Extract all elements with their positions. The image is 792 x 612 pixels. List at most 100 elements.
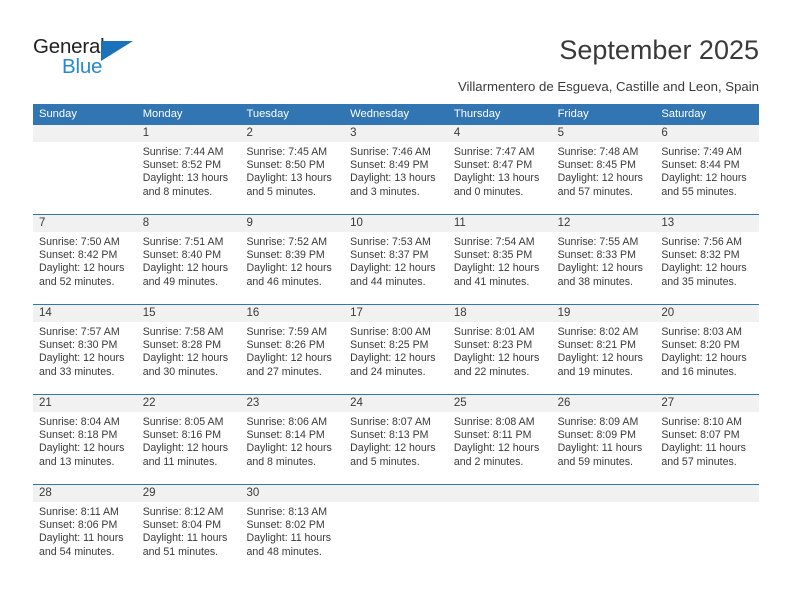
day-number[interactable]: 25: [448, 395, 552, 412]
sunrise-text: Sunrise: 8:11 AM: [39, 506, 119, 518]
day-number[interactable]: 19: [552, 305, 656, 322]
day-cell[interactable]: Sunrise: 7:53 AM Sunset: 8:37 PM Dayligh…: [344, 232, 448, 304]
day-number[interactable]: 15: [137, 305, 241, 322]
day-number[interactable]: 1: [137, 125, 241, 142]
day-cell[interactable]: Sunrise: 7:57 AM Sunset: 8:30 PM Dayligh…: [33, 322, 137, 394]
daylight-text-line1: Daylight: 12 hours: [661, 262, 747, 275]
day-cell[interactable]: Sunrise: 8:09 AM Sunset: 8:09 PM Dayligh…: [552, 412, 656, 484]
triangle-icon: [101, 41, 133, 61]
day-number[interactable]: 10: [344, 215, 448, 232]
day-cell[interactable]: Sunrise: 7:52 AM Sunset: 8:39 PM Dayligh…: [240, 232, 344, 304]
day-cell[interactable]: Sunrise: 8:04 AM Sunset: 8:18 PM Dayligh…: [33, 412, 137, 484]
day-number-band: 7 8 9 10 11 12 13: [33, 215, 759, 232]
page-title: September 2025: [559, 35, 759, 65]
day-number[interactable]: 22: [137, 395, 241, 412]
day-cell[interactable]: Sunrise: 8:03 AM Sunset: 8:20 PM Dayligh…: [655, 322, 759, 394]
day-number[interactable]: 3: [344, 125, 448, 142]
daylight-text-line1: Daylight: 12 hours: [246, 442, 332, 455]
sunrise-text: Sunrise: 8:09 AM: [557, 416, 639, 428]
sunset-text: Sunset: 8:28 PM: [142, 339, 222, 352]
day-cell[interactable]: Sunrise: 8:05 AM Sunset: 8:16 PM Dayligh…: [137, 412, 241, 484]
day-number[interactable]: 27: [655, 395, 759, 412]
day-number[interactable]: 11: [448, 215, 552, 232]
day-cell[interactable]: Sunrise: 8:11 AM Sunset: 8:06 PM Dayligh…: [33, 502, 137, 574]
day-number[interactable]: 12: [552, 215, 656, 232]
day-cell[interactable]: Sunrise: 7:48 AM Sunset: 8:45 PM Dayligh…: [552, 142, 656, 214]
sunrise-text: Sunrise: 8:01 AM: [453, 326, 535, 338]
sunset-text: Sunset: 8:16 PM: [142, 429, 222, 442]
day-cell[interactable]: [448, 502, 552, 574]
daylight-text-line1: Daylight: 12 hours: [453, 352, 540, 365]
day-number[interactable]: [655, 485, 759, 502]
day-cell[interactable]: Sunrise: 7:49 AM Sunset: 8:44 PM Dayligh…: [655, 142, 759, 214]
day-cell[interactable]: Sunrise: 7:45 AM Sunset: 8:50 PM Dayligh…: [240, 142, 344, 214]
day-cell[interactable]: Sunrise: 7:47 AM Sunset: 8:47 PM Dayligh…: [448, 142, 552, 214]
day-number[interactable]: 24: [344, 395, 448, 412]
day-number[interactable]: 17: [344, 305, 448, 322]
day-number[interactable]: 26: [552, 395, 656, 412]
day-cell[interactable]: Sunrise: 8:06 AM Sunset: 8:14 PM Dayligh…: [240, 412, 344, 484]
day-number[interactable]: 7: [33, 215, 137, 232]
day-cell[interactable]: Sunrise: 7:54 AM Sunset: 8:35 PM Dayligh…: [448, 232, 552, 304]
day-cell[interactable]: Sunrise: 8:00 AM Sunset: 8:25 PM Dayligh…: [344, 322, 448, 394]
day-cell[interactable]: Sunrise: 8:08 AM Sunset: 8:11 PM Dayligh…: [448, 412, 552, 484]
day-number[interactable]: 4: [448, 125, 552, 142]
weekday-header-sunday: Sunday: [39, 108, 77, 120]
day-number[interactable]: 9: [240, 215, 344, 232]
sunset-text: Sunset: 8:39 PM: [246, 249, 325, 262]
sunrise-text: Sunrise: 7:56 AM: [661, 236, 742, 248]
day-cell[interactable]: Sunrise: 7:56 AM Sunset: 8:32 PM Dayligh…: [655, 232, 759, 304]
day-number[interactable]: 29: [137, 485, 241, 502]
day-number[interactable]: 6: [655, 125, 759, 142]
sunrise-text: Sunrise: 7:45 AM: [246, 146, 328, 158]
sunset-text: Sunset: 8:11 PM: [453, 429, 532, 442]
day-number[interactable]: 5: [552, 125, 656, 142]
day-number[interactable]: 23: [240, 395, 344, 412]
day-cell[interactable]: Sunrise: 7:44 AM Sunset: 8:52 PM Dayligh…: [137, 142, 241, 214]
day-number[interactable]: 30: [240, 485, 344, 502]
day-number[interactable]: 28: [33, 485, 137, 502]
day-number[interactable]: 21: [33, 395, 137, 412]
day-detail-band: Sunrise: 8:04 AM Sunset: 8:18 PM Dayligh…: [33, 412, 759, 484]
day-cell[interactable]: Sunrise: 7:55 AM Sunset: 8:33 PM Dayligh…: [552, 232, 656, 304]
day-number[interactable]: [448, 485, 552, 502]
day-cell[interactable]: [33, 142, 137, 214]
daylight-text-line2: and 52 minutes.: [39, 275, 115, 288]
daylight-text-line1: Daylight: 11 hours: [142, 532, 228, 545]
day-number[interactable]: [33, 125, 137, 142]
weekday-header-row: Sunday Monday Tuesday Wednesday Thursday…: [33, 104, 759, 125]
daylight-text-line2: and 19 minutes.: [557, 365, 633, 378]
week-row: 7 8 9 10 11 12 13 Sunrise: 7:50 AM Sunse…: [33, 214, 759, 304]
day-cell[interactable]: Sunrise: 8:01 AM Sunset: 8:23 PM Dayligh…: [448, 322, 552, 394]
day-cell[interactable]: Sunrise: 8:07 AM Sunset: 8:13 PM Dayligh…: [344, 412, 448, 484]
day-number[interactable]: 18: [448, 305, 552, 322]
day-cell[interactable]: Sunrise: 7:59 AM Sunset: 8:26 PM Dayligh…: [240, 322, 344, 394]
day-number[interactable]: 14: [33, 305, 137, 322]
daylight-text-line2: and 54 minutes.: [39, 545, 115, 558]
sunset-text: Sunset: 8:49 PM: [350, 159, 429, 172]
day-number[interactable]: [344, 485, 448, 502]
day-number[interactable]: 16: [240, 305, 344, 322]
sunrise-text: Sunrise: 7:50 AM: [39, 236, 120, 248]
day-cell[interactable]: Sunrise: 8:13 AM Sunset: 8:02 PM Dayligh…: [240, 502, 344, 574]
day-cell[interactable]: [552, 502, 656, 574]
sunset-text: Sunset: 8:37 PM: [350, 249, 429, 262]
day-cell[interactable]: Sunrise: 7:58 AM Sunset: 8:28 PM Dayligh…: [137, 322, 241, 394]
day-cell[interactable]: Sunrise: 8:02 AM Sunset: 8:21 PM Dayligh…: [552, 322, 656, 394]
day-number[interactable]: 2: [240, 125, 344, 142]
general-blue-logo[interactable]: General Blue: [33, 36, 213, 82]
day-cell[interactable]: Sunrise: 7:51 AM Sunset: 8:40 PM Dayligh…: [137, 232, 241, 304]
day-cell[interactable]: Sunrise: 7:50 AM Sunset: 8:42 PM Dayligh…: [33, 232, 137, 304]
day-cell[interactable]: [655, 502, 759, 574]
day-cell[interactable]: [344, 502, 448, 574]
day-cell[interactable]: Sunrise: 8:12 AM Sunset: 8:04 PM Dayligh…: [137, 502, 241, 574]
day-number[interactable]: 13: [655, 215, 759, 232]
sunset-text: Sunset: 8:02 PM: [246, 519, 325, 532]
day-number[interactable]: [552, 485, 656, 502]
day-cell[interactable]: Sunrise: 7:46 AM Sunset: 8:49 PM Dayligh…: [344, 142, 448, 214]
day-number[interactable]: 20: [655, 305, 759, 322]
calendar-page: General Blue September 2025 Villarmenter…: [0, 0, 792, 612]
day-cell[interactable]: Sunrise: 8:10 AM Sunset: 8:07 PM Dayligh…: [655, 412, 759, 484]
daylight-text-line1: Daylight: 12 hours: [142, 262, 229, 275]
day-number[interactable]: 8: [137, 215, 241, 232]
